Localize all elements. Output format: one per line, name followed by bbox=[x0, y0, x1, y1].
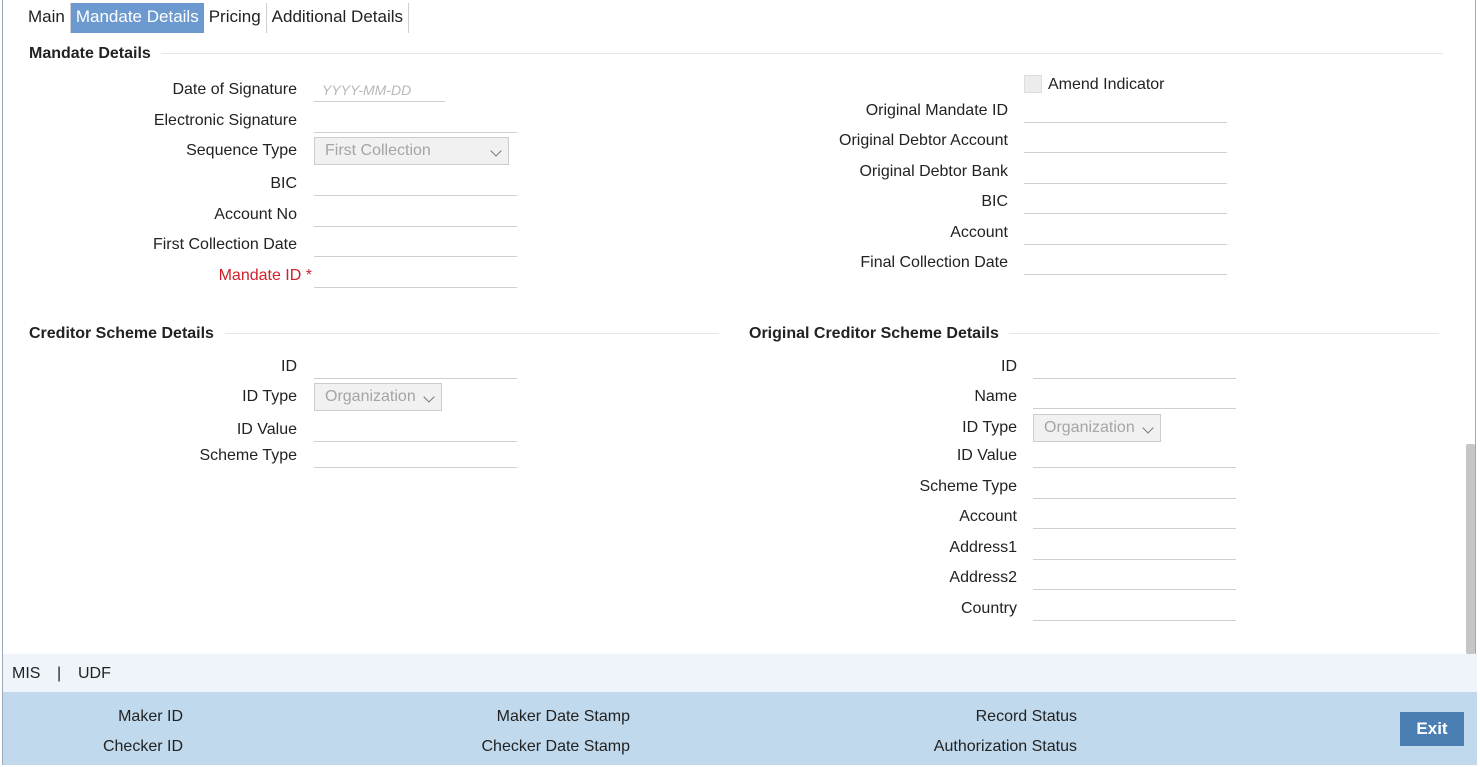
account-label: Account bbox=[950, 224, 1008, 241]
bic-label: BIC bbox=[270, 175, 297, 192]
orig-creditor-address1-label: Address1 bbox=[949, 539, 1017, 556]
creditor-id-type-select[interactable]: Organization bbox=[314, 383, 442, 411]
date-of-signature-input[interactable]: YYYY-MM-DD bbox=[314, 78, 445, 102]
bic-input[interactable] bbox=[314, 172, 517, 196]
creditor-id-type-value: Organization bbox=[325, 388, 416, 405]
original-mandate-id-input[interactable] bbox=[1024, 99, 1227, 123]
creditor-scheme-type-input[interactable] bbox=[314, 444, 517, 468]
account-input[interactable] bbox=[1024, 221, 1227, 245]
section-divider bbox=[1009, 333, 1439, 334]
orig-creditor-address2-input[interactable] bbox=[1033, 566, 1236, 590]
orig-creditor-id-type-value: Organization bbox=[1044, 419, 1135, 436]
account-no-input[interactable] bbox=[314, 203, 517, 227]
orig-creditor-country-input[interactable] bbox=[1033, 597, 1236, 621]
original-debtor-account-label: Original Debtor Account bbox=[839, 132, 1008, 149]
creditor-id-label: ID bbox=[281, 358, 297, 375]
record-status-label: Record Status bbox=[975, 708, 1077, 725]
creditor-id-value-input[interactable] bbox=[314, 418, 517, 442]
chevron-down-icon bbox=[423, 391, 435, 403]
original-mandate-id-label: Original Mandate ID bbox=[865, 102, 1008, 119]
orig-creditor-country-label: Country bbox=[960, 600, 1017, 617]
mandate-id-label-text: Mandate ID bbox=[218, 267, 302, 284]
link-separator: | bbox=[57, 665, 62, 682]
chevron-down-icon bbox=[490, 145, 502, 157]
creditor-scheme-title: Creditor Scheme Details bbox=[29, 325, 214, 342]
original-bic-input[interactable] bbox=[1024, 190, 1227, 214]
tab-additional-details[interactable]: Additional Details bbox=[267, 3, 410, 33]
mis-link[interactable]: MIS bbox=[12, 665, 40, 683]
creditor-scheme-type-label: Scheme Type bbox=[199, 447, 297, 464]
amend-indicator-label: Amend Indicator bbox=[1048, 76, 1165, 93]
original-creditor-scheme-title: Original Creditor Scheme Details bbox=[749, 325, 999, 342]
creditor-id-value-label: ID Value bbox=[236, 421, 297, 438]
orig-creditor-account-input[interactable] bbox=[1033, 505, 1236, 529]
authorization-status-label: Authorization Status bbox=[933, 738, 1077, 755]
checker-id-label: Checker ID bbox=[102, 738, 183, 755]
mandate-details-title: Mandate Details bbox=[29, 45, 151, 62]
electronic-signature-input[interactable] bbox=[314, 109, 517, 133]
orig-creditor-scheme-type-label: Scheme Type bbox=[919, 478, 1017, 495]
tab-pricing[interactable]: Pricing bbox=[204, 3, 267, 33]
first-collection-date-input[interactable] bbox=[314, 233, 517, 257]
exit-button[interactable]: Exit bbox=[1400, 712, 1464, 746]
original-debtor-account-input[interactable] bbox=[1024, 129, 1227, 153]
final-collection-date-input[interactable] bbox=[1024, 251, 1227, 275]
orig-creditor-id-label: ID bbox=[1001, 358, 1017, 375]
original-bic-label: BIC bbox=[981, 193, 1008, 210]
orig-creditor-id-type-label: ID Type bbox=[962, 419, 1017, 436]
original-debtor-bank-input[interactable] bbox=[1024, 160, 1227, 184]
sequence-type-value: First Collection bbox=[325, 142, 431, 159]
vertical-scrollbar[interactable] bbox=[1466, 444, 1475, 654]
checker-date-stamp-label: Checker Date Stamp bbox=[481, 738, 630, 755]
account-no-label: Account No bbox=[214, 206, 297, 223]
orig-creditor-account-label: Account bbox=[959, 508, 1017, 525]
orig-creditor-id-value-input[interactable] bbox=[1033, 444, 1236, 468]
creditor-id-type-label: ID Type bbox=[242, 388, 297, 405]
orig-creditor-address2-label: Address2 bbox=[949, 569, 1017, 586]
creditor-id-input[interactable] bbox=[314, 355, 517, 379]
final-collection-date-label: Final Collection Date bbox=[860, 254, 1008, 271]
required-marker: * bbox=[305, 267, 312, 284]
original-debtor-bank-label: Original Debtor Bank bbox=[859, 163, 1008, 180]
amend-indicator-checkbox[interactable] bbox=[1024, 75, 1042, 93]
links-bar: MIS | UDF bbox=[3, 654, 1477, 692]
orig-creditor-id-type-select[interactable]: Organization bbox=[1033, 414, 1161, 442]
tab-bar: Main Mandate Details Pricing Additional … bbox=[23, 3, 410, 33]
sequence-type-label: Sequence Type bbox=[186, 142, 297, 159]
section-divider bbox=[161, 53, 1443, 54]
orig-creditor-name-input[interactable] bbox=[1033, 385, 1236, 409]
sequence-type-select[interactable]: First Collection bbox=[314, 137, 509, 165]
tab-mandate-details[interactable]: Mandate Details bbox=[70, 3, 204, 33]
app-window: Main Mandate Details Pricing Additional … bbox=[2, 0, 1477, 765]
orig-creditor-scheme-type-input[interactable] bbox=[1033, 475, 1236, 499]
maker-date-stamp-label: Maker Date Stamp bbox=[496, 708, 630, 725]
tab-main[interactable]: Main bbox=[23, 3, 71, 33]
electronic-signature-label: Electronic Signature bbox=[153, 112, 297, 129]
first-collection-date-label: First Collection Date bbox=[152, 236, 297, 253]
mandate-id-input[interactable] bbox=[314, 264, 517, 288]
mandate-id-label: Mandate ID * bbox=[219, 267, 312, 285]
udf-link[interactable]: UDF bbox=[78, 665, 111, 683]
maker-id-label: Maker ID bbox=[118, 708, 183, 725]
section-divider bbox=[225, 333, 719, 334]
orig-creditor-id-input[interactable] bbox=[1033, 355, 1236, 379]
audit-footer: Maker ID Checker ID Maker Date Stamp Che… bbox=[3, 692, 1477, 765]
orig-creditor-address1-input[interactable] bbox=[1033, 536, 1236, 560]
orig-creditor-name-label: Name bbox=[974, 388, 1017, 405]
chevron-down-icon bbox=[1142, 422, 1154, 434]
date-of-signature-label: Date of Signature bbox=[172, 81, 297, 98]
orig-creditor-id-value-label: ID Value bbox=[956, 447, 1017, 464]
